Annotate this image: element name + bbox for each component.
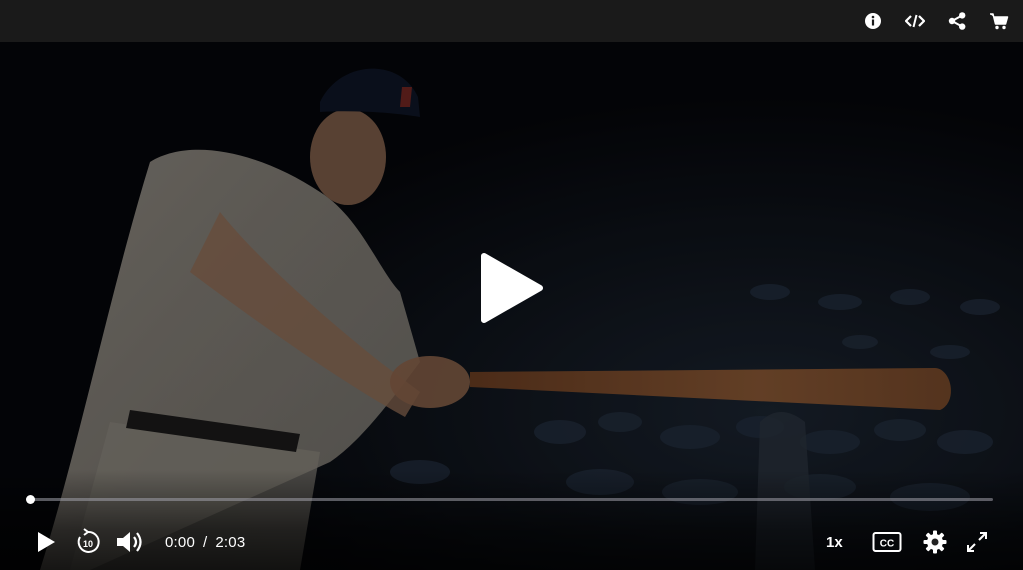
settings-gear-icon bbox=[923, 530, 947, 554]
top-toolbar bbox=[863, 0, 1009, 42]
settings-button[interactable] bbox=[922, 528, 948, 556]
control-bar: 10 0:00 / 2:03 1x CC bbox=[0, 470, 1023, 570]
cart-icon[interactable] bbox=[989, 11, 1009, 31]
time-separator: / bbox=[203, 534, 208, 551]
share-icon[interactable] bbox=[947, 11, 967, 31]
duration: 2:03 bbox=[215, 534, 246, 551]
play-icon bbox=[38, 532, 55, 552]
info-icon[interactable] bbox=[863, 11, 883, 31]
cc-label: CC bbox=[880, 539, 894, 550]
volume-icon bbox=[117, 532, 142, 552]
big-play-button[interactable] bbox=[478, 252, 544, 324]
closed-captions-button[interactable]: CC bbox=[872, 530, 902, 554]
fullscreen-button[interactable] bbox=[964, 528, 990, 556]
volume-button[interactable] bbox=[114, 528, 144, 556]
rewind-10-icon: 10 bbox=[77, 528, 100, 553]
play-icon bbox=[481, 253, 543, 323]
current-time: 0:00 bbox=[165, 534, 195, 551]
closed-captions-icon: CC bbox=[872, 532, 902, 552]
video-player: 10 0:00 / 2:03 1x CC bbox=[0, 0, 1023, 570]
embed-code-icon[interactable] bbox=[905, 11, 925, 31]
time-display: 0:00 / 2:03 bbox=[165, 534, 245, 551]
progress-scrubber[interactable] bbox=[26, 495, 35, 504]
progress-bar[interactable] bbox=[26, 495, 993, 504]
rewind-seconds-label: 10 bbox=[83, 539, 93, 549]
play-button[interactable] bbox=[34, 528, 58, 556]
fullscreen-icon bbox=[967, 532, 987, 552]
playback-speed-button[interactable]: 1x bbox=[826, 534, 843, 551]
player-top-bar bbox=[0, 0, 1023, 42]
rewind-10-button[interactable]: 10 bbox=[74, 526, 102, 556]
